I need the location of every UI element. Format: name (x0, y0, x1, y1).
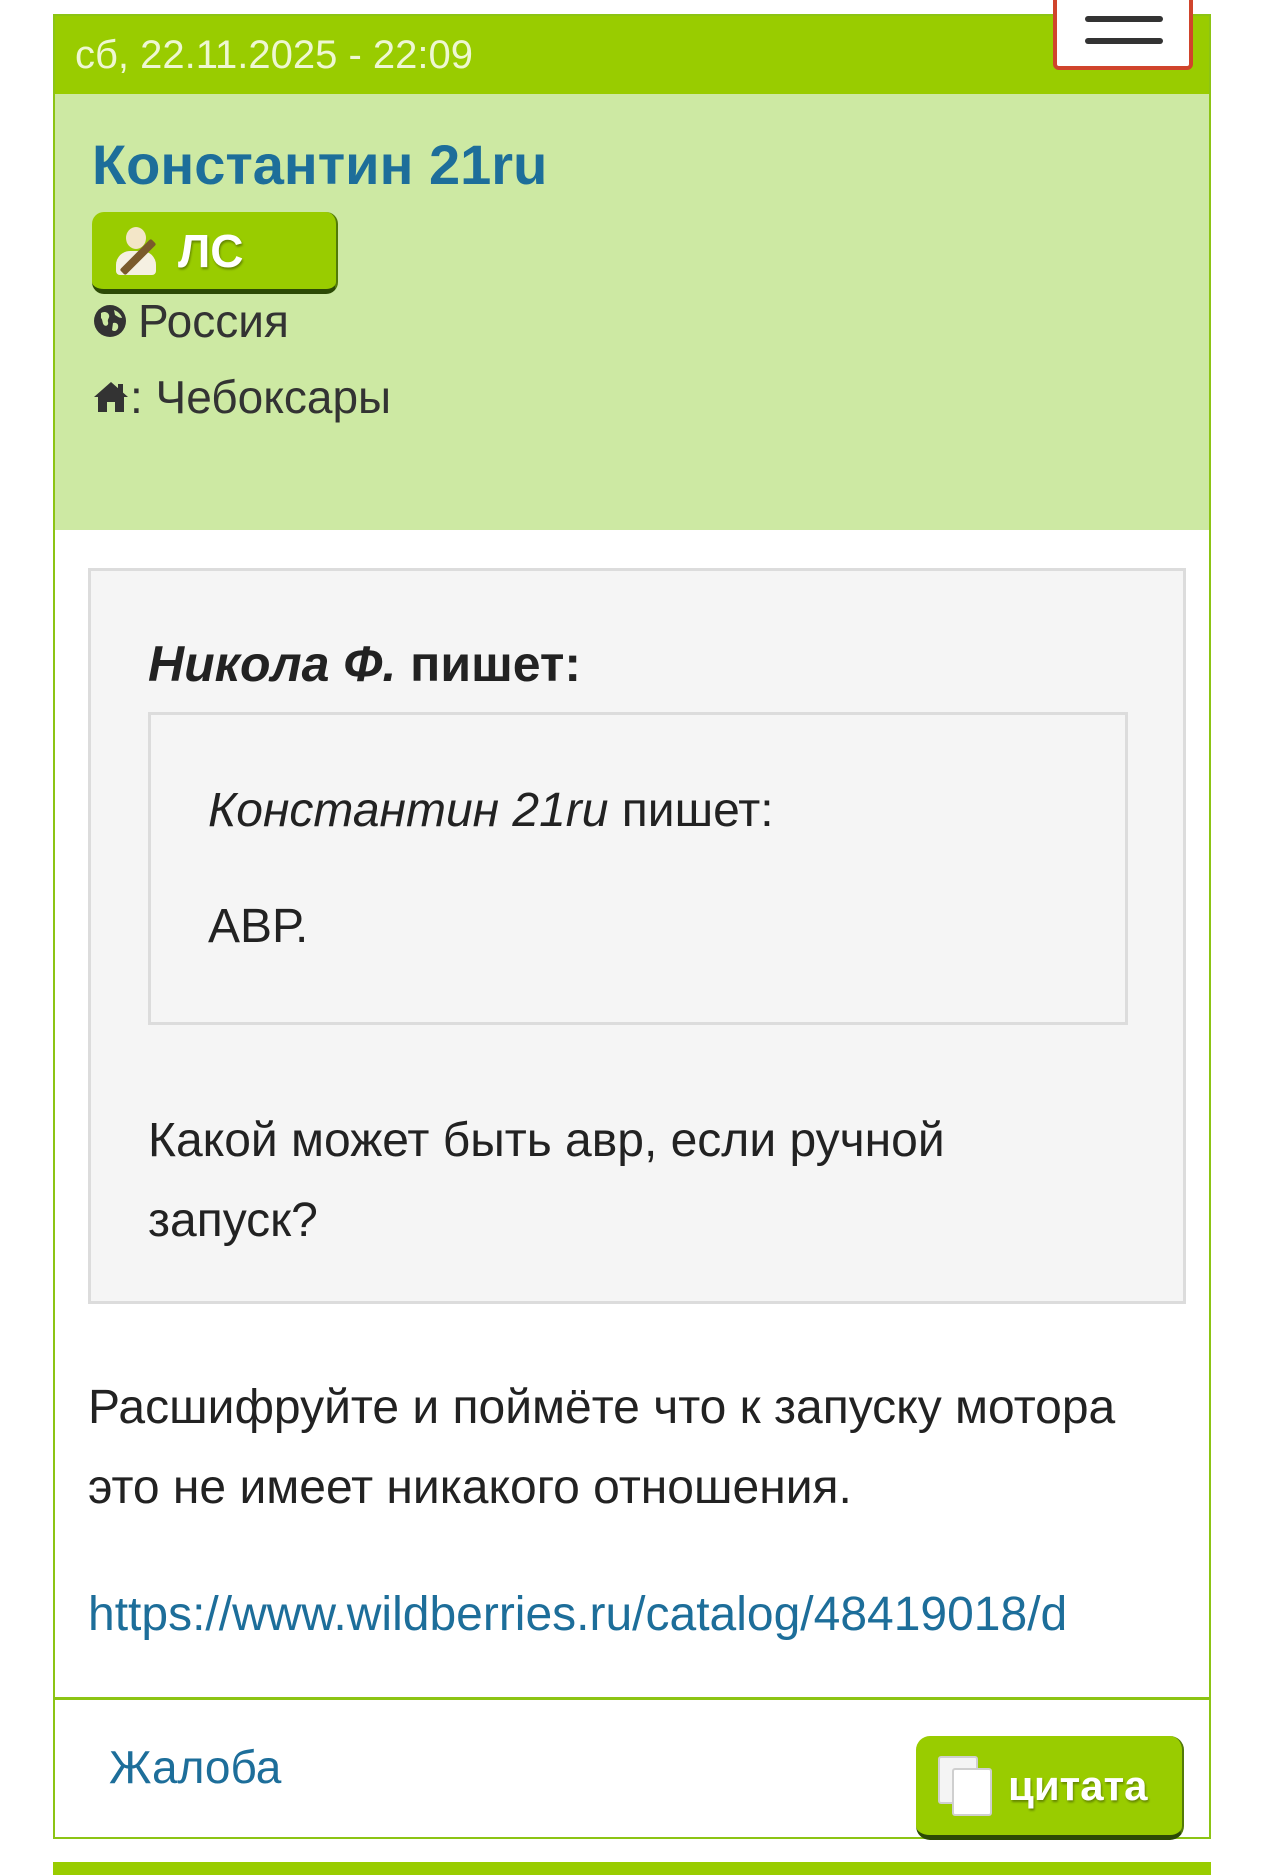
home-icon (94, 382, 128, 412)
outer-quote-text: Какой может быть авр, если ручной запуск… (148, 1114, 945, 1247)
inner-quote-text: АВР. (208, 900, 309, 953)
author-panel: Константин 21ru ЛС Россия: Чебоксары (55, 94, 1209, 530)
forum-post: сб, 22.11.2025 - 22:09 Константин 21ru Л… (53, 14, 1213, 1840)
outer-quote-writes: пишет: (396, 636, 582, 692)
outer-quote-author: Никола Ф. (148, 636, 397, 692)
author-country: Россия (92, 294, 289, 348)
page: сб, 22.11.2025 - 22:09 Константин 21ru Л… (0, 0, 1264, 1875)
author-country-text: Россия (138, 295, 289, 347)
private-message-label: ЛС (178, 224, 244, 277)
copy-icon (938, 1755, 994, 1816)
author-city-text: : Чебоксары (130, 371, 392, 423)
hamburger-menu-button[interactable] (1053, 0, 1193, 70)
post-date: сб, 22.11.2025 - 22:09 (75, 32, 474, 77)
report-link[interactable]: Жалоба (109, 1740, 281, 1794)
post-header: сб, 22.11.2025 - 22:09 (55, 16, 1209, 94)
author-name[interactable]: Константин 21ru (92, 132, 547, 197)
author-city: : Чебоксары (92, 370, 391, 424)
inner-quote-writes: пишет: (608, 784, 774, 837)
post-footer: Жалоба цитата (55, 1697, 1209, 1840)
outer-quote-title: Никола Ф. пишет: (148, 635, 581, 693)
inner-quote-title: Константин 21ru пишет: (208, 783, 774, 838)
user-pen-icon (112, 223, 168, 279)
quote-button[interactable]: цитата (916, 1736, 1184, 1840)
quote-button-label: цитата (1008, 1761, 1148, 1809)
product-link[interactable]: https://www.wildberries.ru/catalog/48419… (88, 1587, 1213, 1642)
private-message-button[interactable]: ЛС (92, 212, 338, 294)
inner-quote: Константин 21ru пишет: АВР. (148, 712, 1128, 1025)
hamburger-menu-icon (1085, 16, 1163, 22)
globe-icon (94, 305, 126, 337)
outer-quote: Никола Ф. пишет: Константин 21ru пишет: … (88, 568, 1186, 1304)
reply-text: Расшифруйте и поймёте что к запуску мото… (88, 1381, 1116, 1514)
inner-quote-author: Константин 21ru (208, 784, 609, 837)
next-post-header (53, 1862, 1211, 1875)
